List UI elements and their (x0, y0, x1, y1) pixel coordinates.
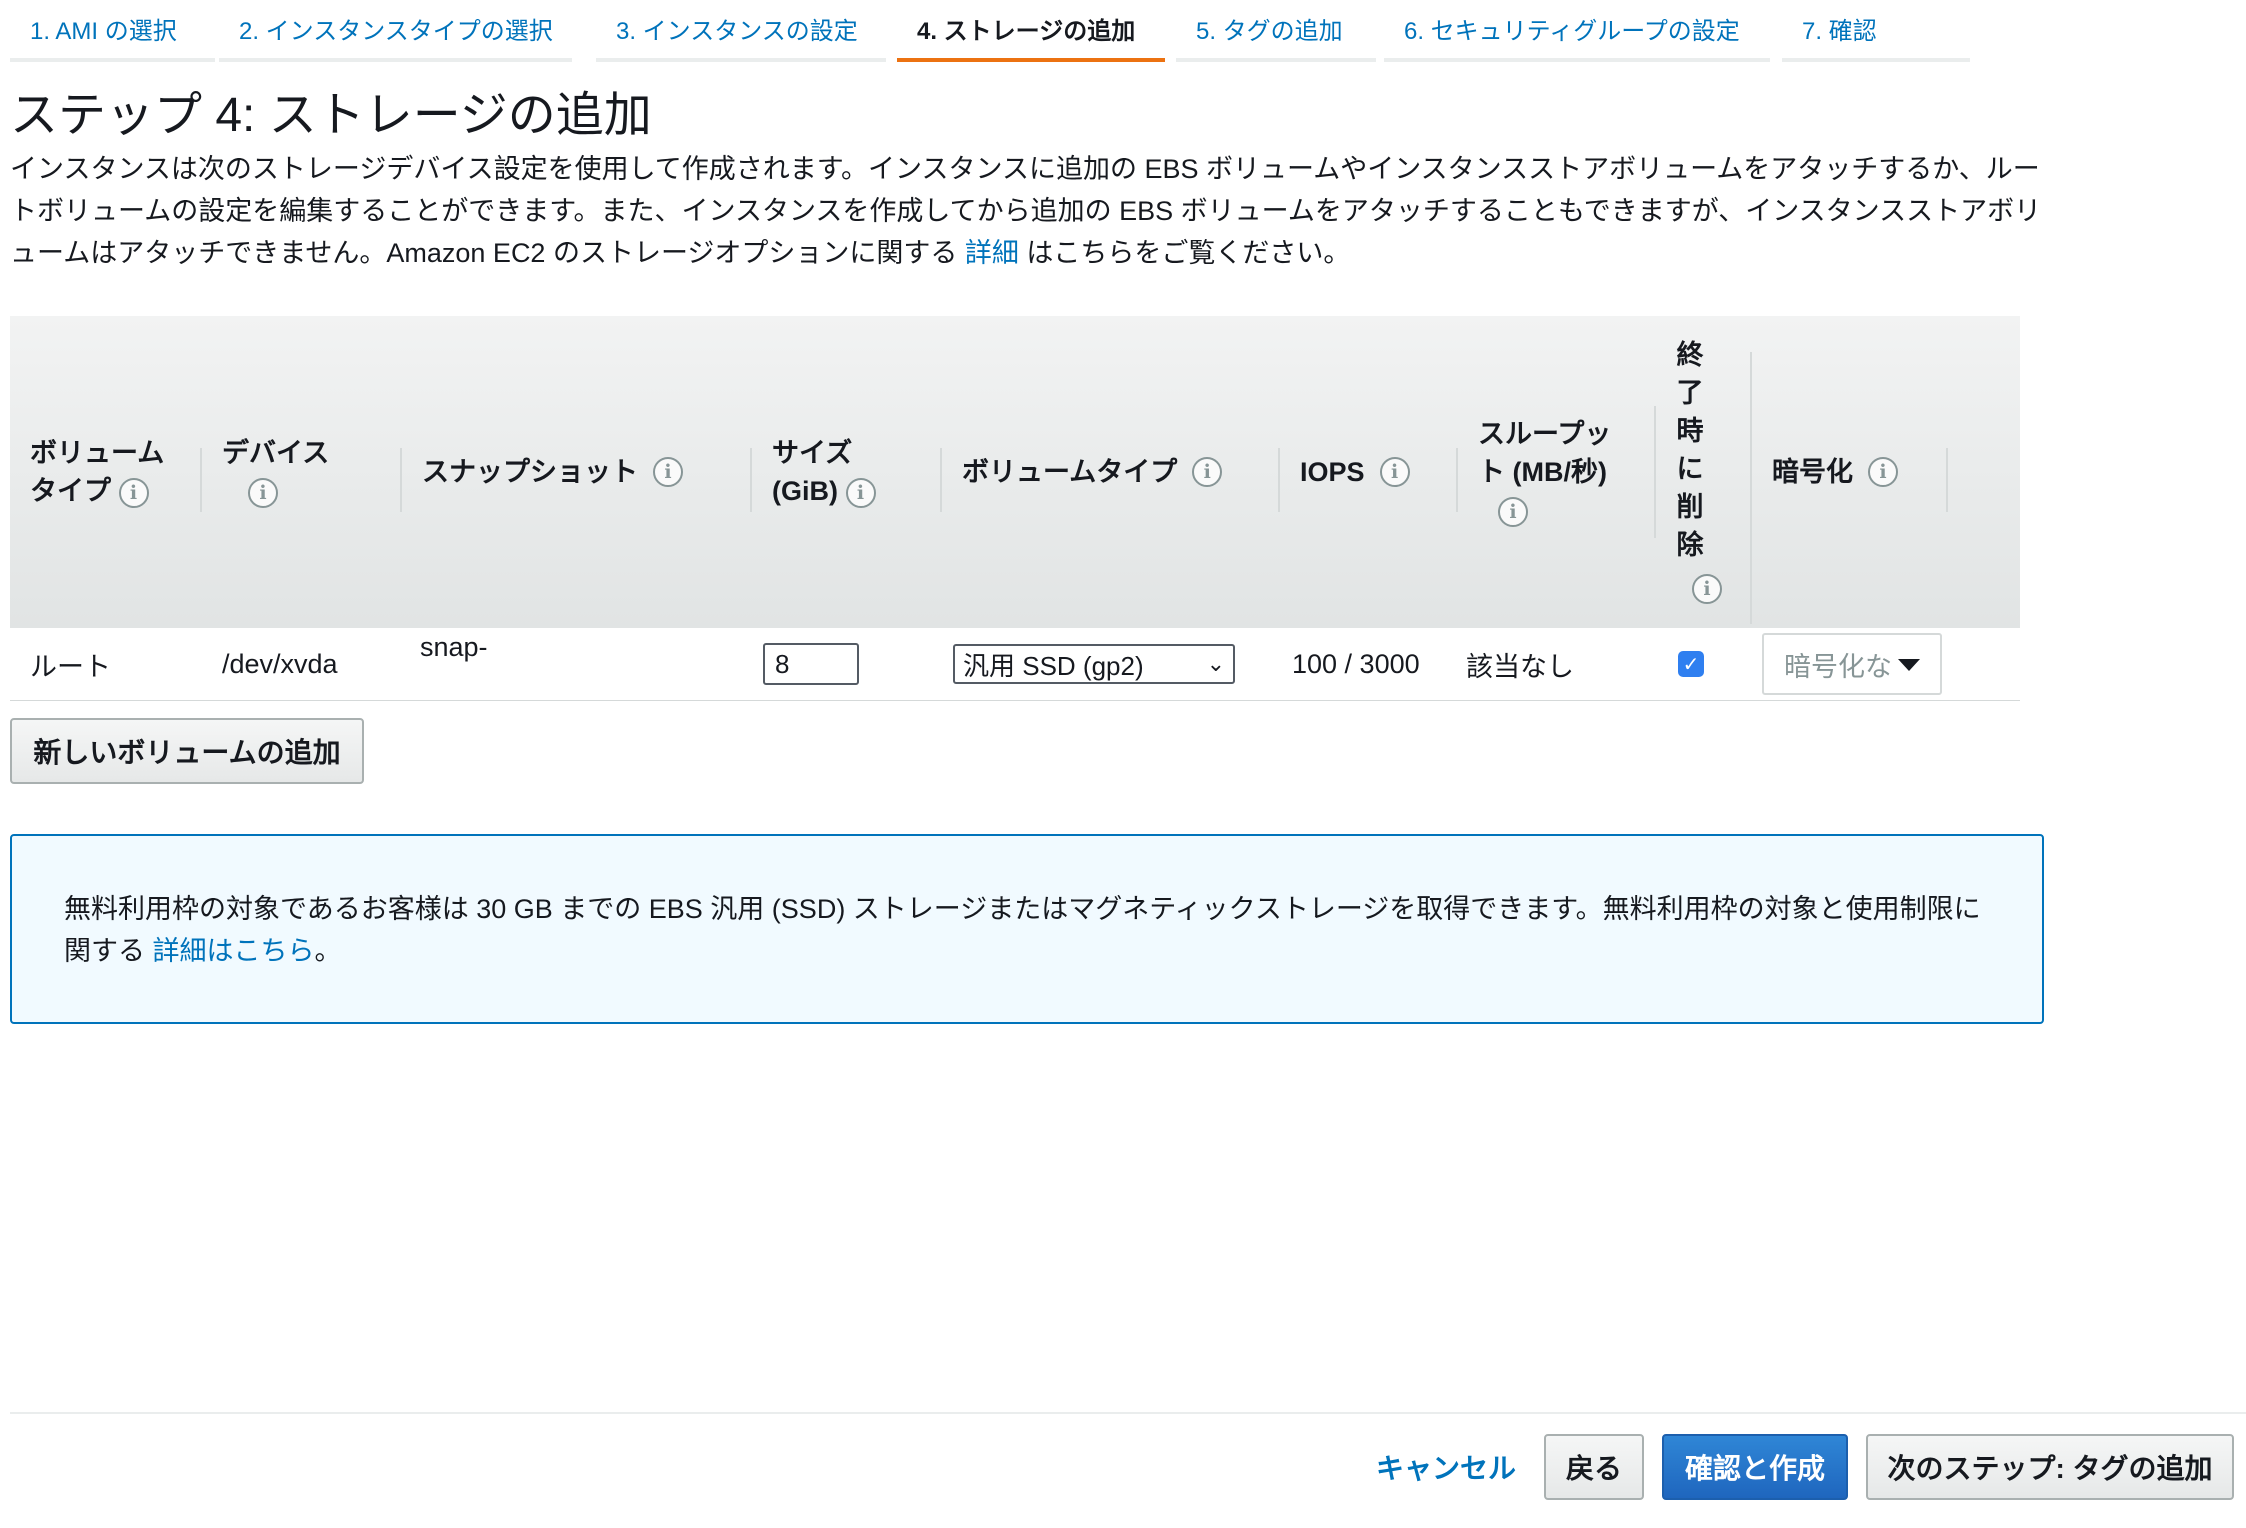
header-delete-char: 終 (1676, 340, 1704, 370)
info-icon[interactable]: i (845, 477, 876, 508)
page-title: ステップ 4: ストレージの追加 (10, 89, 652, 142)
wizard-steps: 1. AMI の選択 2. インスタンスタイプの選択 3. インスタンスの設定 … (10, 0, 1970, 66)
step-tab-configure-instance[interactable]: 3. インスタンスの設定 (596, 0, 886, 62)
cell-iops: 100 / 3000 (1292, 648, 1420, 679)
header-delete-char: 削 (1676, 492, 1704, 522)
header-delete-char: 除 (1676, 530, 1704, 560)
description-suffix: はこちらをご覧ください。 (1018, 238, 1351, 268)
column-header-volume-type: ボリューム タイプ i (10, 416, 202, 528)
check-icon: ✓ (1682, 653, 1700, 676)
cancel-button[interactable]: キャンセル (1370, 1434, 1522, 1500)
free-tier-info-text: 無料利用枠の対象であるお客様は 30 GB までの EBS 汎用 (SSD) ス… (64, 894, 1981, 966)
header-throughput-line1: スループッ (1478, 419, 1612, 449)
step-tab-security-group[interactable]: 6. セキュリティグループの設定 (1384, 0, 1770, 62)
header-volume-type-line1: ボリューム (30, 438, 165, 468)
caret-down-icon (1898, 659, 1920, 671)
header-device-label: デバイス (222, 438, 330, 468)
step-tab-add-tags[interactable]: 5. タグの追加 (1176, 0, 1376, 62)
free-tier-info-box: 無料利用枠の対象であるお客様は 30 GB までの EBS 汎用 (SSD) ス… (10, 834, 2044, 1024)
column-header-size: サイズ (GiB) i (752, 416, 942, 528)
step-tab-review[interactable]: 7. 確認 (1782, 0, 1970, 62)
step-tab-ami[interactable]: 1. AMI の選択 (10, 0, 215, 62)
add-new-volume-button[interactable]: 新しいボリュームの追加 (10, 718, 364, 784)
step-tab-add-storage[interactable]: 4. ストレージの追加 (897, 0, 1165, 62)
header-ebs-type-label: ボリュームタイプ (962, 457, 1178, 487)
info-icon[interactable]: i (1192, 457, 1223, 487)
info-icon[interactable]: i (1868, 457, 1899, 487)
header-encryption-label: 暗号化 (1772, 457, 1853, 487)
storage-options-details-link[interactable]: 詳細 (965, 238, 1019, 268)
column-header-encryption: 暗号化 i (1752, 416, 1948, 528)
page-description: インスタンスは次のストレージデバイス設定を使用して作成されます。インスタンスに追… (10, 148, 2050, 274)
column-header-iops: IOPS i (1280, 416, 1458, 528)
info-icon[interactable]: i (1692, 573, 1722, 604)
encryption-dropdown[interactable]: 暗号化な (1762, 633, 1942, 695)
review-and-launch-button[interactable]: 確認と作成 (1662, 1434, 1848, 1500)
volume-size-input[interactable] (763, 643, 859, 685)
chevron-down-icon: ⌄ (1206, 651, 1225, 676)
info-icon[interactable]: i (1379, 457, 1410, 487)
info-icon[interactable]: i (1498, 496, 1528, 527)
column-header-ebs-volume-type: ボリュームタイプ i (942, 416, 1280, 528)
column-header-delete-on-termination: 終 了 時 に 削 除 i (1656, 336, 1752, 624)
cell-throughput: 該当なし (1466, 651, 1574, 682)
info-icon[interactable]: i (653, 457, 684, 487)
column-header-throughput: スループッ ト (MB/秒) i (1458, 406, 1656, 538)
column-header-snapshot: スナップショット i (402, 416, 752, 528)
free-tier-info-suffix: 。 (314, 936, 342, 966)
encryption-value: 暗号化な (1784, 651, 1892, 682)
step-tab-instance-type[interactable]: 2. インスタンスタイプの選択 (219, 0, 572, 62)
table-row: ルート /dev/xvda snap- 汎用 SSD (gp2) ⌄ 100 /… (10, 628, 2020, 701)
header-volume-type-line2: タイプ (30, 476, 111, 506)
next-add-tags-button[interactable]: 次のステップ: タグの追加 (1866, 1434, 2234, 1500)
back-button[interactable]: 戻る (1544, 1434, 1644, 1500)
cell-device: /dev/xvda (222, 648, 338, 679)
storage-table: ボリューム タイプ i デバイス i スナップショット i サイズ (GiB) … (10, 316, 2020, 701)
header-throughput-line2: ト (MB/秒) (1478, 457, 1607, 487)
storage-table-header: ボリューム タイプ i デバイス i スナップショット i サイズ (GiB) … (10, 316, 2020, 629)
ebs-volume-type-select[interactable]: 汎用 SSD (gp2) ⌄ (953, 644, 1235, 684)
header-size-line1: サイズ (772, 438, 853, 468)
header-delete-char: 時 (1676, 416, 1704, 446)
header-delete-char: に (1676, 454, 1704, 484)
header-delete-char: 了 (1676, 378, 1704, 408)
column-header-device: デバイス i (202, 416, 402, 528)
footer-divider (10, 1412, 2246, 1414)
header-size-line2: (GiB) (772, 476, 838, 506)
header-snapshot-label: スナップショット (422, 457, 638, 487)
info-icon[interactable]: i (248, 477, 278, 508)
delete-on-termination-checkbox[interactable]: ✓ (1678, 651, 1704, 677)
free-tier-details-link[interactable]: 詳細はこちら (153, 936, 315, 966)
info-icon[interactable]: i (118, 477, 149, 508)
ebs-volume-type-value: 汎用 SSD (gp2) (963, 650, 1144, 681)
cell-snapshot: snap- (420, 632, 488, 662)
header-iops-label: IOPS (1300, 457, 1365, 487)
cell-volume-type: ルート (30, 651, 111, 682)
